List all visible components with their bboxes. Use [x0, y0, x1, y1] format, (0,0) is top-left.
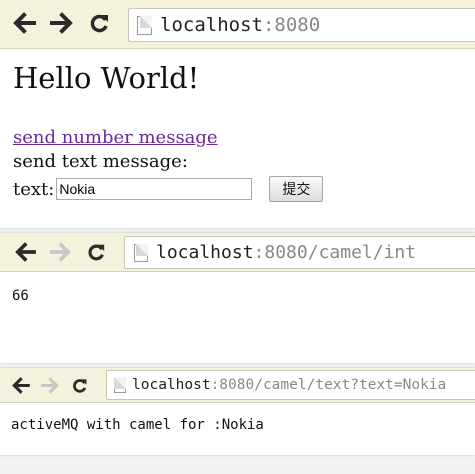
forward-arrow-icon: [50, 242, 72, 262]
page-heading: Hello World!: [13, 61, 200, 95]
text-field-label: text:: [13, 178, 55, 200]
forward-arrow-icon[interactable]: [50, 12, 74, 34]
page-icon: [114, 377, 126, 393]
url-host: localhost: [160, 14, 263, 36]
address-bar[interactable]: localhost:8080: [128, 8, 475, 42]
back-arrow-icon[interactable]: [14, 242, 36, 262]
browser-toolbar: localhost:8080/camel/text?text=Nokia: [0, 368, 475, 403]
browser-toolbar: localhost:8080: [0, 0, 475, 49]
back-arrow-icon[interactable]: [11, 377, 30, 394]
url-path: :8080: [262, 14, 321, 36]
url-path: :8080/camel/int: [253, 242, 417, 263]
send-text-label: send text message:: [13, 151, 188, 172]
page-icon: [137, 15, 152, 35]
browser-window-text: localhost:8080/camel/text?text=Nokia act…: [0, 368, 475, 455]
reload-icon[interactable]: [86, 242, 106, 262]
page-icon: [134, 243, 148, 262]
browser-window-home: localhost:8080 Hello World! send number …: [0, 0, 475, 228]
url-host: localhost: [132, 377, 211, 393]
submit-button[interactable]: 提交: [269, 176, 324, 202]
response-text: 66: [12, 288, 29, 304]
page-content: Hello World! send number message send te…: [13, 60, 324, 204]
text-input[interactable]: [56, 178, 253, 200]
send-number-link[interactable]: send number message: [13, 126, 323, 150]
browser-toolbar: localhost:8080/camel/int: [0, 233, 475, 272]
reload-icon[interactable]: [88, 12, 110, 34]
address-bar[interactable]: localhost:8080/camel/text?text=Nokia: [106, 370, 475, 400]
address-bar[interactable]: localhost:8080/camel/int: [124, 236, 475, 269]
url-path: :8080/camel/text?text=Nokia: [210, 377, 447, 393]
url-host: localhost: [156, 242, 254, 263]
response-text: activeMQ with camel for :Nokia: [11, 417, 264, 433]
reload-icon[interactable]: [71, 377, 88, 394]
browser-window-int: localhost:8080/camel/int 66: [0, 233, 475, 363]
text-form-row: text: 提交: [13, 174, 324, 204]
back-arrow-icon[interactable]: [12, 12, 36, 34]
forward-arrow-icon: [41, 377, 60, 394]
